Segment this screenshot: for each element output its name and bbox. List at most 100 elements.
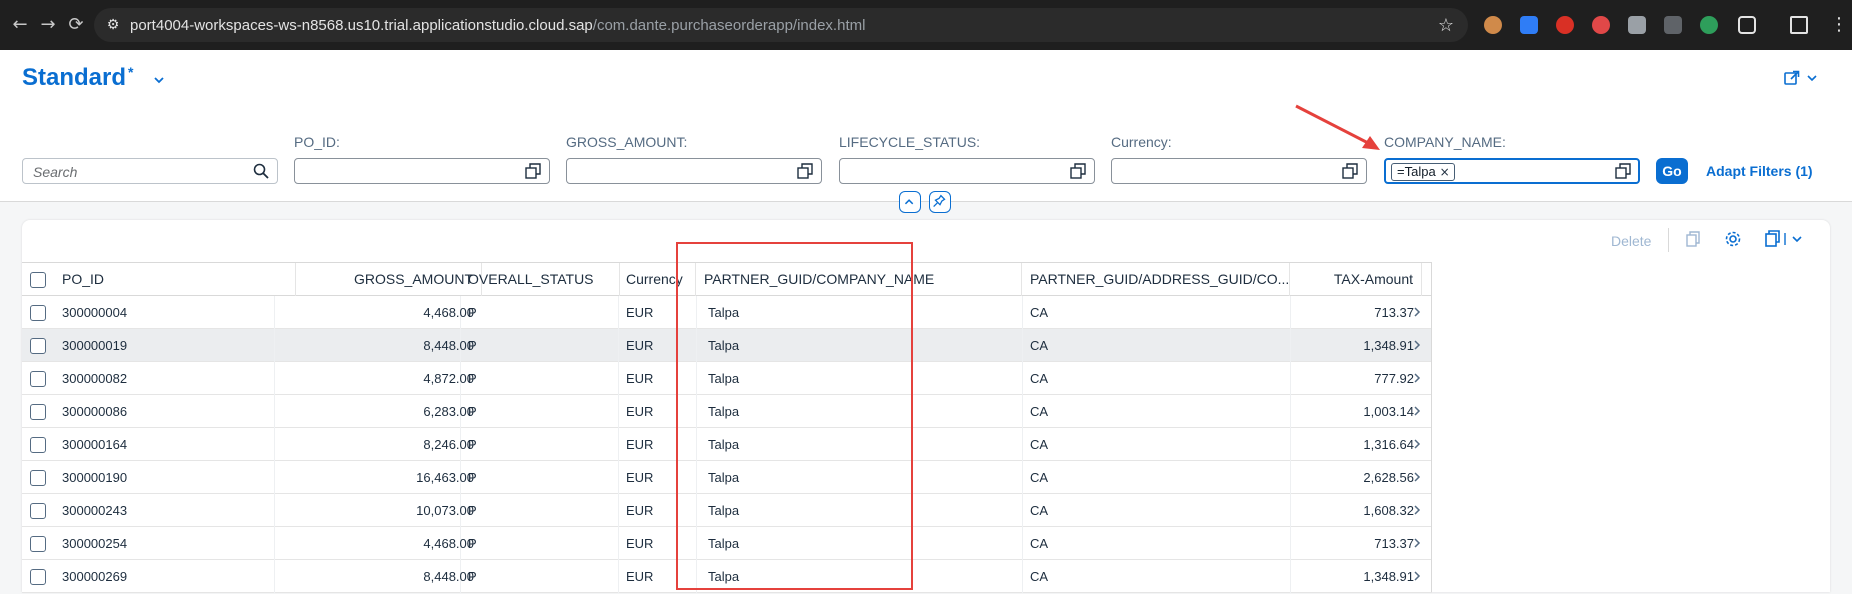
currency-label: Currency: [1111, 134, 1172, 150]
po-id-cell: 300000190 [62, 470, 128, 485]
row-checkbox[interactable] [30, 305, 46, 321]
token-remove-icon[interactable]: × [1440, 164, 1450, 180]
column-header-address[interactable]: PARTNER_GUID/ADDRESS_GUID/CO... [1022, 263, 1290, 297]
column-divider [1022, 296, 1023, 329]
pin-header-button[interactable] [929, 191, 951, 213]
po-id-field[interactable] [294, 158, 550, 184]
address-cell: CA [1030, 536, 1049, 551]
reload-icon[interactable]: ⟳ [64, 13, 88, 37]
gross-amount-cell: 8,448.00 [423, 338, 474, 353]
gross-amount-cell: 16,463.00 [416, 470, 474, 485]
extension-screen-icon[interactable] [1664, 16, 1682, 34]
chevron-right-icon[interactable] [1412, 472, 1422, 482]
company-name-field[interactable]: =Talpa × [1384, 158, 1640, 184]
address-cell: CA [1030, 437, 1049, 452]
annotation-arrow-icon [1295, 104, 1380, 150]
gross-amount-cell: 4,872.00 [423, 371, 474, 386]
site-info-icon[interactable]: ⚙ [104, 16, 122, 34]
forward-icon[interactable]: → [36, 13, 60, 37]
column-divider [1022, 560, 1023, 593]
go-button[interactable]: Go [1656, 158, 1688, 184]
value-help-icon[interactable] [525, 163, 541, 179]
gross-amount-field[interactable] [566, 158, 822, 184]
chevron-down-icon[interactable] [153, 74, 165, 86]
chevron-right-icon[interactable] [1412, 340, 1422, 350]
tax-amount-cell: 1,348.91 [1363, 569, 1414, 584]
bookmark-star-icon[interactable]: ☆ [1438, 15, 1454, 36]
export-icon[interactable] [1764, 230, 1808, 248]
extension-green-icon[interactable] [1700, 16, 1718, 34]
row-checkbox[interactable] [30, 338, 46, 354]
currency-field[interactable] [1111, 158, 1367, 184]
browser-menu-icon[interactable]: ⋮ [1830, 14, 1848, 35]
po-id-cell: 300000269 [62, 569, 128, 584]
column-header-po-id[interactable]: PO_ID [54, 263, 296, 297]
search-icon[interactable] [253, 163, 269, 179]
gross-amount-label: GROSS_AMOUNT: [566, 134, 688, 150]
address-cell: CA [1030, 305, 1049, 320]
extension-avatar-icon[interactable] [1484, 16, 1502, 34]
column-divider [1022, 395, 1023, 428]
back-icon[interactable]: ← [8, 13, 32, 37]
tax-amount-cell: 1,608.32 [1363, 503, 1414, 518]
extension-box-icon[interactable] [1628, 16, 1646, 34]
gross-amount-cell: 8,448.00 [423, 569, 474, 584]
chevron-right-icon[interactable] [1412, 373, 1422, 383]
chevron-right-icon[interactable] [1412, 439, 1422, 449]
column-divider [618, 461, 619, 494]
collapse-header-button[interactable] [899, 191, 921, 213]
extensions-puzzle-icon[interactable] [1738, 16, 1756, 34]
share-icon[interactable] [1784, 70, 1818, 86]
value-help-icon[interactable] [1342, 163, 1358, 179]
column-header-overall-status[interactable]: OVERALL_STATUS [460, 263, 620, 297]
chevron-right-icon[interactable] [1412, 538, 1422, 548]
tax-amount-cell: 713.37 [1374, 305, 1414, 320]
value-help-icon[interactable] [1070, 163, 1086, 179]
row-checkbox[interactable] [30, 536, 46, 552]
settings-gear-icon[interactable] [1724, 230, 1742, 248]
column-header-gross-amount[interactable]: GROSS_AMOUNT [274, 263, 482, 297]
extension-doc-icon[interactable] [1520, 16, 1538, 34]
search-input[interactable]: Search [22, 158, 278, 184]
chevron-right-icon[interactable] [1412, 307, 1422, 317]
row-checkbox[interactable] [30, 404, 46, 420]
delete-button[interactable]: Delete [1611, 233, 1651, 249]
column-divider [618, 428, 619, 461]
select-all-checkbox[interactable] [30, 272, 46, 288]
address-cell: CA [1030, 569, 1049, 584]
url-host: port4004-workspaces-ws-n8568.us10.trial.… [130, 17, 593, 34]
url-text[interactable]: port4004-workspaces-ws-n8568.us10.trial.… [130, 17, 865, 34]
column-header-tax-amount[interactable]: TAX-Amount [1290, 263, 1422, 297]
adapt-filters-button[interactable]: Adapt Filters (1) [1706, 163, 1813, 179]
address-bar[interactable]: ⚙ port4004-workspaces-ws-n8568.us10.tria… [94, 8, 1468, 42]
row-checkbox[interactable] [30, 470, 46, 486]
variant-title[interactable]: Standard * [22, 64, 133, 92]
pin-icon [933, 194, 946, 207]
value-help-icon[interactable] [1615, 163, 1631, 179]
company-name-token[interactable]: =Talpa × [1391, 163, 1455, 181]
overall-status-cell: P [468, 470, 477, 485]
copy-icon[interactable] [1684, 230, 1702, 248]
column-divider [618, 527, 619, 560]
chevron-right-icon[interactable] [1412, 505, 1422, 515]
row-checkbox[interactable] [30, 437, 46, 453]
row-checkbox[interactable] [30, 371, 46, 387]
address-cell: CA [1030, 371, 1049, 386]
overall-status-cell: P [468, 404, 477, 419]
column-divider [618, 494, 619, 527]
po-id-cell: 300000086 [62, 404, 128, 419]
chevron-right-icon[interactable] [1412, 571, 1422, 581]
toolbar-separator [1668, 228, 1669, 252]
value-help-icon[interactable] [797, 163, 813, 179]
extension-stop-icon[interactable] [1556, 16, 1574, 34]
lifecycle-status-field[interactable] [839, 158, 1095, 184]
row-checkbox[interactable] [30, 569, 46, 585]
variant-name: Standard [22, 64, 127, 91]
extension-adblock-icon[interactable] [1592, 16, 1610, 34]
sidepanel-icon[interactable] [1790, 16, 1808, 34]
row-checkbox[interactable] [30, 503, 46, 519]
lifecycle-status-label: LIFECYCLE_STATUS: [839, 134, 981, 150]
column-divider [1022, 362, 1023, 395]
chevron-right-icon[interactable] [1412, 406, 1422, 416]
column-divider [1022, 329, 1023, 362]
